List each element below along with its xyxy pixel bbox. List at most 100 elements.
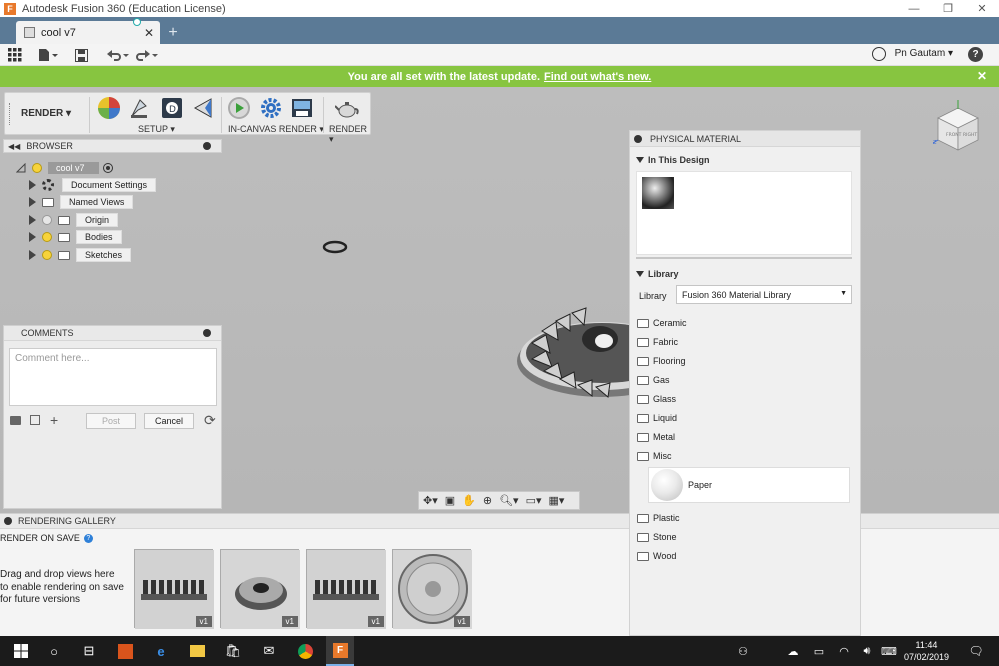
panel-minimize-icon[interactable]	[634, 134, 642, 143]
post-button[interactable]: Post	[86, 413, 136, 429]
zoom-window-icon[interactable]: 🔍︎▾	[499, 494, 519, 507]
file-menu-icon[interactable]	[38, 47, 58, 63]
people-icon[interactable]: ⚇	[733, 636, 753, 666]
render-settings-gear-icon[interactable]	[259, 96, 283, 120]
save-icon[interactable]	[75, 47, 88, 63]
section-collapse-icon[interactable]	[636, 157, 644, 163]
ribbon-grip[interactable]	[9, 103, 11, 125]
category-flooring[interactable]: Flooring	[637, 355, 686, 367]
job-status-clock-icon[interactable]	[872, 47, 886, 61]
help-icon[interactable]: ?	[968, 47, 983, 62]
browser-root-node[interactable]: cool v7	[16, 161, 113, 175]
physical-material-header[interactable]: PHYSICAL MATERIAL	[630, 131, 860, 147]
info-icon[interactable]: ?	[83, 533, 93, 543]
edge-browser-icon[interactable]: e	[148, 636, 174, 666]
zoom-icon[interactable]: ⊕	[483, 494, 492, 507]
restore-button[interactable]: ❐	[931, 0, 965, 17]
language-icon[interactable]: ⌨	[879, 636, 899, 666]
onedrive-cloud-icon[interactable]: ☁	[783, 636, 803, 666]
expand-triangle-icon[interactable]	[29, 232, 36, 242]
in-canvas-render-group-label[interactable]: IN-CANVAS RENDER ▾	[228, 124, 324, 135]
expand-triangle-icon[interactable]	[29, 250, 36, 260]
expanded-triangle-icon[interactable]	[16, 163, 26, 173]
point-marker-icon[interactable]: +	[50, 412, 58, 428]
browser-item-bodies[interactable]: Bodies	[29, 230, 122, 244]
system-clock[interactable]: 11:44 07/02/2019	[904, 639, 949, 663]
category-liquid[interactable]: Liquid	[637, 412, 677, 424]
mail-icon[interactable]: ✉	[256, 636, 282, 666]
comment-input[interactable]: Comment here...	[9, 348, 217, 406]
wifi-icon[interactable]: ◠	[834, 636, 854, 666]
close-window-button[interactable]: ✕	[965, 0, 999, 17]
texture-map-icon[interactable]	[191, 96, 215, 120]
look-at-icon[interactable]: ▣	[445, 494, 455, 507]
minimize-button[interactable]: —	[897, 0, 931, 17]
rendering-gallery-header[interactable]: RENDERING GALLERY	[0, 513, 629, 529]
category-metal[interactable]: Metal	[637, 431, 675, 443]
render-teapot-icon[interactable]	[335, 96, 359, 120]
category-gas[interactable]: Gas	[637, 374, 670, 386]
document-tab[interactable]: cool v7 ✕	[16, 18, 160, 44]
data-panel-grid-icon[interactable]	[8, 47, 22, 63]
refresh-icon[interactable]: ⟳	[204, 412, 216, 429]
browser-item-document-settings[interactable]: Document Settings	[29, 178, 157, 192]
category-misc[interactable]: Misc	[637, 450, 672, 462]
section-collapse-icon[interactable]	[636, 271, 644, 277]
in-canvas-render-icon[interactable]	[227, 96, 251, 120]
close-tab-button[interactable]: ✕	[142, 26, 156, 40]
new-tab-button[interactable]: +	[163, 23, 183, 43]
appearance-icon[interactable]	[97, 96, 121, 120]
expand-triangle-icon[interactable]	[29, 180, 36, 190]
material-paper[interactable]: Paper	[648, 467, 850, 503]
visibility-bulb-off-icon[interactable]	[42, 215, 52, 225]
user-account-menu[interactable]: Pn Gautam ▾	[895, 48, 953, 59]
gallery-thumbnail[interactable]: v1	[134, 549, 214, 629]
category-glass[interactable]: Glass	[637, 393, 676, 405]
search-icon[interactable]: ○	[40, 636, 68, 666]
category-ceramic[interactable]: Ceramic	[637, 317, 687, 329]
store-icon[interactable]: 🛍︎	[220, 636, 246, 666]
gallery-thumbnail[interactable]: v1	[392, 549, 472, 629]
taskbar-app-red-icon[interactable]	[112, 636, 138, 666]
visibility-bulb-icon[interactable]	[42, 250, 52, 260]
gallery-thumbnail[interactable]: v1	[220, 549, 300, 629]
dismiss-update-button[interactable]: ✕	[977, 69, 987, 83]
category-fabric[interactable]: Fabric	[637, 336, 678, 348]
activate-radio-icon[interactable]	[102, 163, 113, 173]
pan-hand-icon[interactable]: ✋	[462, 494, 476, 507]
notifications-icon[interactable]: 🗨︎	[964, 636, 988, 666]
grid-settings-icon[interactable]: ▦▾	[549, 494, 565, 507]
metal-material-swatch[interactable]	[642, 177, 674, 209]
orbit-icon[interactable]: ✥▾	[423, 494, 438, 507]
library-dropdown[interactable]: Fusion 360 Material Library ▼	[676, 285, 852, 304]
gallery-minimize-icon[interactable]	[4, 517, 12, 525]
in-this-design-section[interactable]: In This Design	[636, 155, 710, 165]
volume-icon[interactable]: 🔊︎	[857, 636, 877, 666]
category-wood[interactable]: Wood	[637, 550, 676, 562]
comments-header[interactable]: COMMENTS	[4, 326, 221, 341]
browser-item-origin[interactable]: Origin	[29, 213, 119, 227]
decal-icon[interactable]: D	[160, 96, 184, 120]
fusion-taskbar-icon[interactable]: F	[326, 636, 354, 666]
browser-item-named-views[interactable]: Named Views	[29, 195, 134, 209]
category-plastic[interactable]: Plastic	[637, 512, 680, 524]
scene-settings-icon[interactable]	[128, 96, 152, 120]
view-cube[interactable]: FRONT RIGHT Z	[933, 100, 983, 152]
visibility-bulb-icon[interactable]	[32, 163, 42, 173]
gallery-thumbnail[interactable]: v1	[306, 549, 386, 629]
task-view-icon[interactable]: ⊟	[75, 636, 103, 666]
capture-image-icon[interactable]	[290, 96, 314, 120]
battery-icon[interactable]: ▭	[809, 636, 829, 666]
browser-panel-header[interactable]: ◀◀ BROWSER	[3, 139, 222, 153]
box-icon[interactable]	[30, 415, 40, 425]
display-settings-icon[interactable]: ▭▾	[526, 494, 542, 507]
cancel-button[interactable]: Cancel	[144, 413, 194, 429]
browser-item-sketches[interactable]: Sketches	[29, 248, 132, 262]
browser-minimize-icon[interactable]	[203, 142, 211, 150]
comments-minimize-icon[interactable]	[203, 329, 211, 337]
undo-icon[interactable]	[105, 47, 129, 63]
expand-triangle-icon[interactable]	[29, 197, 36, 207]
chrome-icon[interactable]	[292, 636, 318, 666]
whats-new-link[interactable]: Find out what's new.	[544, 71, 651, 83]
expand-triangle-icon[interactable]	[29, 215, 36, 225]
